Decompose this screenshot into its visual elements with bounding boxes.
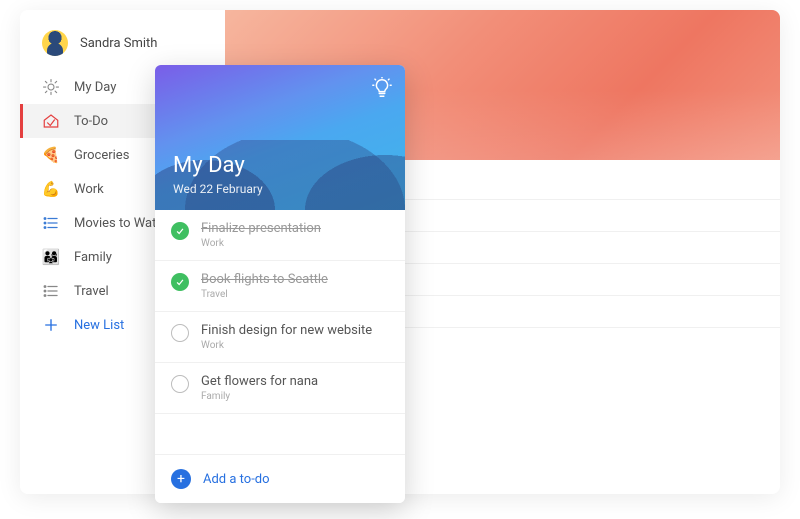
user-profile[interactable]: Sandra Smith bbox=[20, 22, 225, 70]
checkbox-checked-icon[interactable] bbox=[171, 273, 189, 291]
task-row[interactable]: Finalize presentation Work bbox=[155, 210, 405, 261]
task-title: Get flowers for nana bbox=[201, 374, 318, 389]
sidebar-item-label: Family bbox=[74, 250, 112, 265]
task-row[interactable]: Book flights to Seattle Travel bbox=[155, 261, 405, 312]
task-category: Family bbox=[201, 391, 318, 402]
task-category: Travel bbox=[201, 289, 328, 300]
task-title: Finish design for new website bbox=[201, 323, 372, 338]
checkbox-unchecked-icon[interactable] bbox=[171, 375, 189, 393]
user-name: Sandra Smith bbox=[80, 36, 157, 51]
arm-icon: 💪 bbox=[42, 180, 60, 198]
myday-task-list: Finalize presentation Work Book flights … bbox=[155, 210, 405, 454]
people-icon: 👨‍👩‍👧 bbox=[42, 248, 60, 266]
task-category: Work bbox=[201, 238, 321, 249]
sidebar-item-label: To-Do bbox=[74, 114, 108, 129]
task-row[interactable]: Get flowers for nana Family bbox=[155, 363, 405, 414]
sidebar-item-label: New List bbox=[74, 318, 124, 333]
sidebar-item-label: Travel bbox=[74, 284, 109, 299]
sun-icon bbox=[42, 78, 60, 96]
sidebar-item-label: Groceries bbox=[74, 148, 129, 163]
sidebar-item-label: Work bbox=[74, 182, 104, 197]
task-row[interactable]: Finish design for new website Work bbox=[155, 312, 405, 363]
task-category: Work bbox=[201, 340, 372, 351]
add-todo-label: Add a to-do bbox=[203, 472, 270, 487]
lightbulb-icon[interactable] bbox=[371, 77, 393, 99]
plus-circle-icon: + bbox=[171, 469, 191, 489]
myday-hero: My Day Wed 22 February bbox=[155, 65, 405, 210]
add-todo-button[interactable]: + Add a to-do bbox=[155, 454, 405, 503]
myday-card: My Day Wed 22 February Finalize presenta… bbox=[155, 65, 405, 503]
list-icon bbox=[42, 214, 60, 232]
task-title: Book flights to Seattle bbox=[201, 272, 328, 287]
avatar bbox=[42, 30, 68, 56]
checkbox-checked-icon[interactable] bbox=[171, 222, 189, 240]
plus-icon bbox=[42, 316, 60, 334]
task-title: Finalize presentation bbox=[201, 221, 321, 236]
myday-date: Wed 22 February bbox=[173, 182, 387, 196]
myday-title: My Day bbox=[173, 153, 387, 178]
pizza-icon: 🍕 bbox=[42, 146, 60, 164]
sidebar-item-label: My Day bbox=[74, 80, 116, 95]
home-icon bbox=[42, 112, 60, 130]
list-icon bbox=[42, 282, 60, 300]
checkbox-unchecked-icon[interactable] bbox=[171, 324, 189, 342]
